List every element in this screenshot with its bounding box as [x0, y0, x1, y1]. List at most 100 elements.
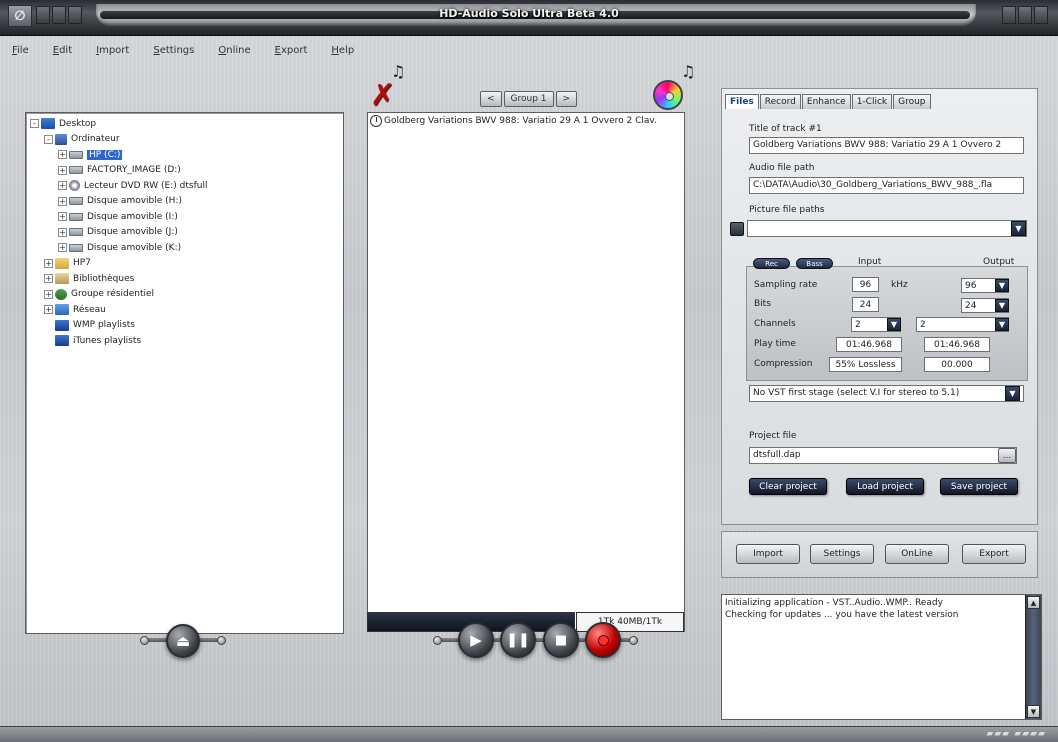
tab-enhance[interactable]: Enhance [801, 94, 851, 109]
scroll-down-icon[interactable]: ▼ [1027, 705, 1040, 718]
tree-node[interactable]: WMP playlists [30, 318, 339, 334]
channels-out-dropdown-arrow[interactable] [995, 318, 1009, 331]
tab-record[interactable]: Record [759, 94, 801, 109]
disk-icon [69, 243, 83, 252]
audio-path-field[interactable]: C:\DATA\Audio\30_Goldberg_Variations_BWV… [749, 177, 1024, 194]
expand-icon[interactable]: + [58, 165, 67, 175]
expand-icon[interactable]: + [58, 243, 67, 253]
expand-icon[interactable]: + [44, 274, 53, 284]
khz-unit: kHz [891, 280, 908, 290]
vst-select[interactable]: No VST first stage (select V.I for stere… [749, 385, 1024, 402]
vst-dropdown-arrow[interactable] [1005, 386, 1020, 401]
window-controls[interactable] [1002, 6, 1048, 24]
import-button[interactable]: Import [736, 544, 800, 564]
group-navigator: < Group 1 > [480, 91, 578, 107]
title-bar[interactable]: ∅ HD-Audio Solo Ultra Beta 4.0 [0, 0, 1058, 36]
tab-strip: Files Record Enhance 1-Click Group [725, 94, 931, 109]
tree-node[interactable]: + HP7 [30, 256, 339, 272]
record-icon[interactable] [585, 622, 621, 658]
expand-icon[interactable]: + [44, 289, 53, 299]
status-strip: ▰▰▰ ▰▰▰▰ [0, 726, 1058, 742]
rec-pill-button[interactable]: Rec [753, 258, 790, 269]
folder-tree[interactable]: - Desktop - Ordinateur + HP (C:) + FACTORY_IMAG… [25, 112, 344, 634]
export-button[interactable]: Export [962, 544, 1026, 564]
tree-node[interactable]: + Lecteur DVD RW (E:) dtsfull [30, 178, 339, 194]
tree-node[interactable]: + Bibliothèques [30, 271, 339, 287]
properties-panel: Files Record Enhance 1-Click Group Title… [721, 88, 1038, 525]
menu-settings[interactable]: Settings [153, 45, 194, 56]
menu-import[interactable]: Import [96, 45, 129, 56]
bits-input[interactable]: 24 [852, 297, 879, 312]
tab-files[interactable]: Files [725, 94, 759, 109]
tree-node[interactable]: + Groupe résidentiel [30, 287, 339, 303]
tree-node-label: Disque amovible (H:) [87, 196, 182, 207]
group-next-button[interactable]: > [555, 91, 578, 107]
clear-list-x-icon[interactable]: ✗ [370, 81, 396, 111]
expand-icon[interactable]: + [58, 150, 67, 160]
close-button[interactable] [1034, 6, 1048, 24]
expand-icon[interactable]: + [44, 305, 53, 315]
tree-node[interactable]: + Disque amovible (J:) [30, 225, 339, 241]
collapse-icon[interactable]: - [30, 119, 39, 129]
group-label-button[interactable]: Group 1 [503, 91, 554, 107]
menu-online[interactable]: Online [218, 45, 250, 56]
expand-icon[interactable]: + [58, 181, 67, 191]
online-button[interactable]: OnLine [885, 544, 949, 564]
tree-node[interactable]: + FACTORY_IMAGE (D:) [30, 163, 339, 179]
project-field[interactable]: dtsfull.dap [749, 447, 1017, 464]
sampling-dropdown-arrow[interactable] [995, 279, 1009, 292]
menu-help[interactable]: Help [331, 45, 354, 56]
tree-node[interactable]: + Réseau [30, 302, 339, 318]
stop-icon[interactable]: ■ [543, 622, 579, 658]
tree-node-label: HP (C:) [87, 149, 123, 160]
scroll-up-icon[interactable]: ▲ [1027, 596, 1040, 609]
menu-file[interactable]: File [12, 45, 29, 56]
collapse-icon[interactable]: - [44, 134, 53, 144]
save-project-button[interactable]: Save project [940, 478, 1018, 495]
tab-1-click[interactable]: 1-Click [851, 94, 893, 109]
log-scrollbar[interactable]: ▲ ▼ [1025, 595, 1041, 719]
expand-icon[interactable]: + [44, 258, 53, 268]
load-project-button[interactable]: Load project [846, 478, 924, 495]
tree-node[interactable]: + Disque amovible (I:) [30, 209, 339, 225]
title-field[interactable]: Goldberg Variations BWV 988: Variatio 29… [749, 137, 1024, 154]
picture-path-field[interactable] [747, 220, 1027, 237]
channels-in-dropdown-arrow[interactable] [887, 318, 901, 331]
bass-pill-button[interactable]: Bass [796, 258, 833, 269]
bits-dropdown-arrow[interactable] [995, 299, 1009, 312]
expand-icon[interactable]: + [58, 227, 67, 237]
track-list[interactable]: Goldberg Variations BWV 988: Variatio 29… [367, 112, 685, 632]
tree-node[interactable]: + Disque amovible (H:) [30, 194, 339, 210]
clear-project-button[interactable]: Clear project [749, 478, 827, 495]
tree-node-label: iTunes playlists [73, 335, 142, 346]
minimize-button[interactable] [1002, 6, 1016, 24]
tree-node[interactable]: + Disque amovible (K:) [30, 240, 339, 256]
tree-node[interactable]: + HP (C:) [30, 147, 339, 163]
picture-dropdown-arrow[interactable] [1011, 221, 1026, 236]
project-label: Project file [749, 431, 797, 441]
log-panel[interactable]: Initializing application - VST..Audio..W… [721, 594, 1042, 720]
log-line: Initializing application - VST..Audio..W… [725, 598, 943, 608]
burn-cd-icon[interactable] [653, 80, 683, 110]
tree-node[interactable]: - Desktop [30, 116, 339, 132]
track-row[interactable]: Goldberg Variations BWV 988: Variatio 29… [368, 113, 684, 128]
expand-icon[interactable]: + [58, 196, 67, 206]
menu-edit[interactable]: Edit [53, 45, 72, 56]
music-note-icon: ♫ [681, 62, 696, 81]
pause-icon[interactable]: ❚❚ [500, 622, 536, 658]
settings-button[interactable]: Settings [810, 544, 874, 564]
tree-node[interactable]: iTunes playlists [30, 333, 339, 349]
menu-export[interactable]: Export [275, 45, 308, 56]
group-prev-button[interactable]: < [480, 91, 502, 107]
project-browse-button[interactable]: ... [998, 448, 1016, 463]
expand-icon[interactable]: + [58, 212, 67, 222]
picture-browse-icon[interactable] [730, 222, 744, 236]
tree-node[interactable]: - Ordinateur [30, 132, 339, 148]
play-icon[interactable]: ▶ [458, 622, 494, 658]
maximize-button[interactable] [1018, 6, 1032, 24]
tab-group[interactable]: Group [893, 94, 931, 109]
sampling-label: Sampling rate [754, 280, 818, 290]
group-icon [55, 288, 67, 300]
eject-icon[interactable]: ⏏ [166, 624, 200, 658]
sampling-input[interactable]: 96 [852, 277, 879, 292]
